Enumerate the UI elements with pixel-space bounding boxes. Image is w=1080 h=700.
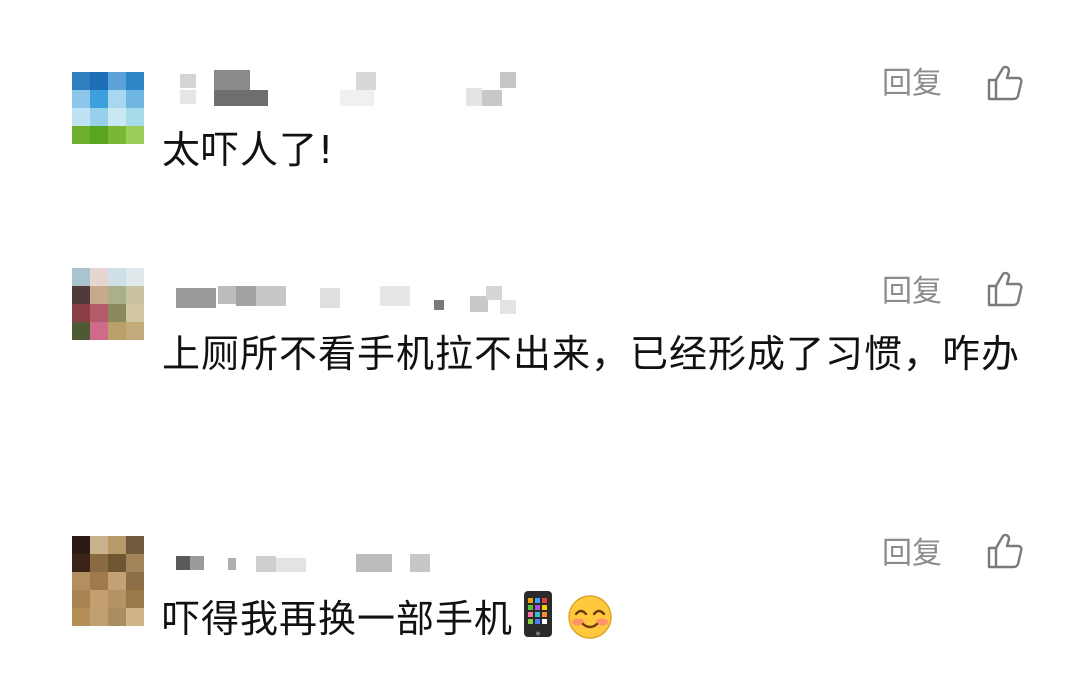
comment-text-row: 吓得我再换一部手机 [162, 590, 1022, 645]
thumbs-up-icon[interactable] [986, 64, 1024, 102]
smiling-face-emoji [568, 595, 612, 639]
avatar[interactable] [72, 72, 144, 144]
username-blurred [170, 70, 530, 110]
comment-text: 太吓人了! [162, 128, 335, 172]
avatar[interactable] [72, 268, 144, 340]
thumbs-up-icon[interactable] [986, 270, 1024, 308]
reply-button[interactable]: 回复 [882, 66, 942, 102]
username-blurred [170, 548, 530, 588]
username-blurred [170, 282, 530, 322]
comment-text: 吓得我再换一部手机 [162, 597, 514, 641]
reply-button[interactable]: 回复 [882, 274, 942, 310]
thumbs-up-icon[interactable] [986, 532, 1024, 570]
comment-text: 上厕所不看手机拉不出来，已经形成了习惯，咋办 [162, 332, 1021, 376]
mobile-phone-emoji [524, 591, 553, 637]
reply-button[interactable]: 回复 [882, 536, 942, 572]
avatar[interactable] [72, 536, 144, 626]
